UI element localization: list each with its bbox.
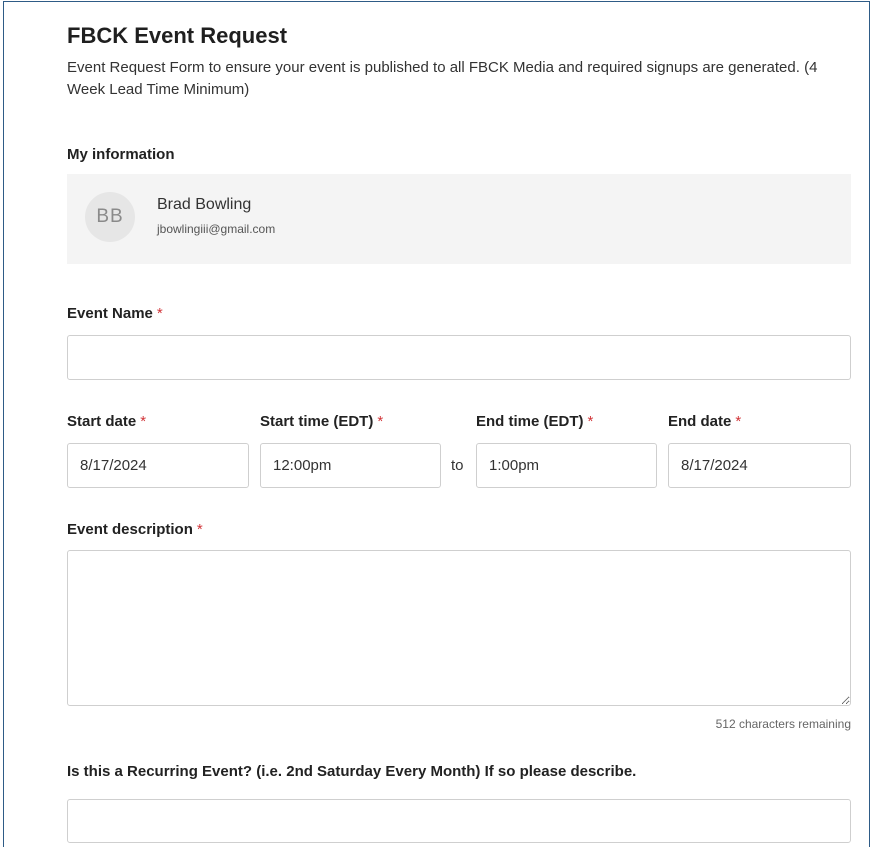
required-marker: * xyxy=(156,305,163,322)
user-info-card: BB Brad Bowling jbowlingiii@gmail.com xyxy=(67,174,851,264)
end-time-label: End time (EDT) * xyxy=(476,413,593,430)
form-subtitle: Event Request Form to ensure your event … xyxy=(67,59,818,98)
time-range-separator: to xyxy=(451,457,464,474)
end-date-label-text: End date xyxy=(668,413,732,430)
event-name-input[interactable] xyxy=(67,335,851,380)
start-time-label: Start time (EDT) * xyxy=(260,413,383,430)
event-name-label: Event Name * xyxy=(67,305,163,322)
user-email: jbowlingiii@gmail.com xyxy=(157,222,276,236)
recurring-event-input[interactable] xyxy=(67,799,851,843)
recurring-event-label: Is this a Recurring Event? (i.e. 2nd Sat… xyxy=(67,763,637,780)
start-time-label-text: Start time (EDT) xyxy=(260,413,374,430)
user-name: Brad Bowling xyxy=(157,196,252,213)
end-date-input[interactable] xyxy=(668,443,851,488)
event-description-textarea[interactable] xyxy=(67,550,851,706)
start-date-label: Start date * xyxy=(67,413,146,430)
start-date-label-text: Start date xyxy=(67,413,137,430)
start-date-input[interactable] xyxy=(67,443,249,488)
required-marker: * xyxy=(587,413,594,430)
event-description-label-text: Event description xyxy=(67,521,193,538)
character-counter: 512 characters remaining xyxy=(715,717,851,731)
form-frame: FBCK Event Request Event Request Form to… xyxy=(3,1,870,847)
start-time-input[interactable] xyxy=(260,443,441,488)
end-time-input[interactable] xyxy=(476,443,657,488)
event-description-label: Event description * xyxy=(67,521,203,538)
end-date-label: End date * xyxy=(668,413,741,430)
form-title: FBCK Event Request xyxy=(67,23,288,48)
required-marker: * xyxy=(377,413,384,430)
event-name-label-text: Event Name xyxy=(67,305,153,322)
avatar: BB xyxy=(85,192,135,242)
my-information-label: My information xyxy=(67,146,175,163)
required-marker: * xyxy=(735,413,742,430)
required-marker: * xyxy=(196,521,203,538)
end-time-label-text: End time (EDT) xyxy=(476,413,584,430)
required-marker: * xyxy=(140,413,147,430)
